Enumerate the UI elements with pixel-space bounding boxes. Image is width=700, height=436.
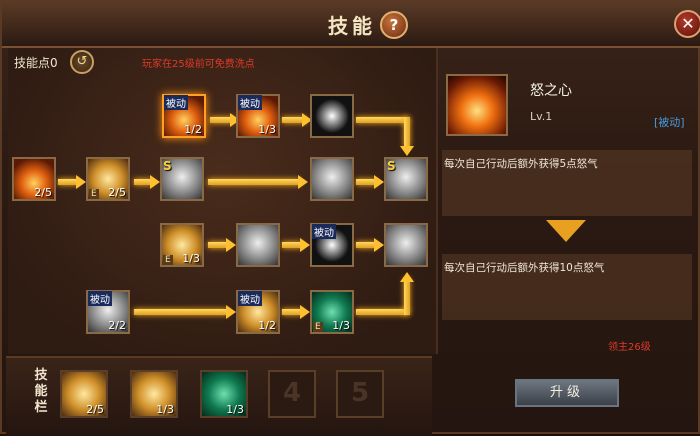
skill-level: 1/2 <box>258 319 276 332</box>
equipped-mark: E <box>163 255 173 265</box>
skillbar-slot-5[interactable]: 5 <box>336 370 384 418</box>
skill-sword-plunge[interactable]: 被动 1/2 <box>236 290 280 334</box>
tree-arrow-head <box>76 175 86 189</box>
skill-window: 技能 ? ✕ 技能点0 ↺ 玩家在25级前可免费洗点 被动 1/2 被动 1/3… <box>0 0 700 436</box>
tree-arrow-head <box>374 175 384 189</box>
free-reset-tip: 玩家在25级前可免费洗点 <box>142 59 255 70</box>
tree-arrow <box>356 117 408 123</box>
tree-arrow-head <box>400 272 414 282</box>
skill-light-burst[interactable]: S <box>384 157 428 201</box>
tree-arrow <box>404 117 410 147</box>
skill-level: 2/5 <box>86 403 104 416</box>
skillbar-slot-4[interactable]: 4 <box>268 370 316 418</box>
skill-bar-label: 技能栏 <box>34 368 48 415</box>
tree-arrow <box>208 242 228 248</box>
selected-skill-type: [被动] <box>654 116 685 129</box>
next-effect-text: 每次自己行动后额外获得10点怒气 <box>444 262 605 274</box>
skill-whirlwind[interactable] <box>310 157 354 201</box>
skill-angel[interactable] <box>384 223 428 267</box>
reset-points-button[interactable]: ↺ <box>70 50 94 74</box>
skill-level: 1/3 <box>332 319 350 332</box>
level-requirement: 领主26级 <box>608 342 651 353</box>
tree-arrow <box>356 242 376 248</box>
selected-skill-icon <box>446 74 508 136</box>
tree-arrow <box>208 179 300 185</box>
tree-arrow-head <box>226 238 236 252</box>
tree-arrow <box>356 309 408 315</box>
skill-slash[interactable]: 2/5 <box>12 157 56 201</box>
skill-blade-aura[interactable]: 被动 1/3 <box>236 94 280 138</box>
skill-level: 1/3 <box>258 123 276 136</box>
selected-skill-name: 怒之心 <box>530 83 572 99</box>
tree-arrow-head <box>298 175 308 189</box>
skill-level: 2/5 <box>34 186 52 199</box>
skill-level: 1/3 <box>156 403 174 416</box>
equipped-mark: E <box>313 322 323 332</box>
skill-dark-ring[interactable] <box>310 94 354 138</box>
skill-claw-slash[interactable] <box>236 223 280 267</box>
skill-warrior-emblem[interactable]: E 1/3 <box>310 290 354 334</box>
tree-arrow <box>282 242 302 248</box>
tree-arrow <box>58 179 78 185</box>
window-title: 技能 <box>328 14 376 38</box>
skill-golden-shield[interactable]: E 1/3 <box>160 223 204 267</box>
skillbar-slot-3[interactable]: 1/3 <box>200 370 248 418</box>
title-bar: 技能 ? ✕ <box>2 2 700 48</box>
skillbar-slot-1[interactable]: 2/5 <box>60 370 108 418</box>
help-button[interactable]: ? <box>380 11 408 39</box>
tree-arrow-head <box>374 238 384 252</box>
skill-fire-pillar[interactable]: 被动 1/2 <box>162 94 206 138</box>
passive-tag: 被动 <box>238 291 262 306</box>
passive-tag: 被动 <box>164 95 188 110</box>
tree-arrow-head <box>300 305 310 319</box>
skill-guardian[interactable]: 被动 <box>310 223 354 267</box>
tree-arrow <box>404 278 410 315</box>
passive-tag: 被动 <box>312 224 336 239</box>
next-level-arrow-icon <box>546 220 586 242</box>
current-effect-text: 每次自己行动后额外获得5点怒气 <box>444 158 598 170</box>
selected-skill-level: Lv.1 <box>530 110 553 123</box>
passive-tag: 被动 <box>88 291 112 306</box>
skill-level: 1/3 <box>182 252 200 265</box>
skill-sword-strike[interactable]: E 2/5 <box>86 157 130 201</box>
tree-arrow <box>282 309 302 315</box>
tree-arrow-head <box>400 146 414 156</box>
skill-points-label: 技能点0 <box>14 56 58 70</box>
skill-level: 1/3 <box>226 403 244 416</box>
special-mark: S <box>163 159 172 173</box>
passive-tag: 被动 <box>238 95 262 110</box>
slot-number: 5 <box>350 378 370 408</box>
tree-arrow <box>134 309 228 315</box>
upgrade-button[interactable]: 升级 <box>515 379 619 407</box>
skill-sword-rain[interactable]: S <box>160 157 204 201</box>
special-mark: S <box>387 159 396 173</box>
slot-number: 4 <box>282 378 302 408</box>
tree-arrow-head <box>150 175 160 189</box>
close-button[interactable]: ✕ <box>674 10 700 38</box>
skill-level: 1/2 <box>184 123 202 136</box>
tree-arrow-head <box>226 305 236 319</box>
skill-level: 2/5 <box>108 186 126 199</box>
skillbar-slot-2[interactable]: 1/3 <box>130 370 178 418</box>
skill-level: 2/2 <box>108 319 126 332</box>
skill-armor[interactable]: 被动 2/2 <box>86 290 130 334</box>
tree-arrow-head <box>300 238 310 252</box>
equipped-mark: E <box>89 189 99 199</box>
tree-arrow <box>356 179 376 185</box>
